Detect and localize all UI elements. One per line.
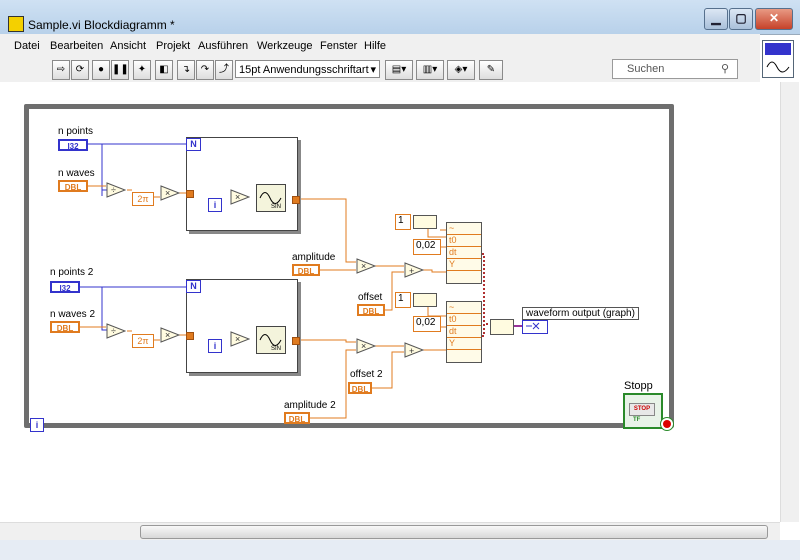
bundle-waveform-term: ~ — [447, 223, 481, 235]
amplitude-control[interactable]: DBL — [292, 264, 320, 276]
offset-2-control[interactable]: DBL — [348, 382, 372, 394]
n-points-control[interactable]: I32 — [58, 139, 88, 151]
svg-text:×: × — [165, 188, 170, 198]
offset-2-label: offset 2 — [350, 369, 383, 380]
build-waveform-2[interactable]: ~ t0 dt Y — [446, 301, 482, 363]
n-waves-label: n waves — [58, 168, 95, 179]
n-points-2-label: n points 2 — [50, 267, 94, 278]
two-pi-constant[interactable]: 2π — [132, 192, 154, 206]
bundle-y-term: Y — [447, 259, 481, 271]
boolean-type-label: TF — [633, 417, 641, 423]
bundle-y-term: Y — [447, 338, 481, 350]
divide-node[interactable]: ÷ — [106, 182, 127, 198]
bundle-waveform-term: ~ — [447, 302, 481, 314]
offset-control[interactable]: DBL — [357, 304, 385, 316]
build-waveform-1[interactable]: ~ t0 dt Y — [446, 222, 482, 284]
svg-text:+: + — [409, 346, 414, 356]
add-node[interactable]: + — [404, 262, 425, 278]
amplitude-2-label: amplitude 2 — [284, 400, 336, 411]
add-node[interactable]: + — [404, 342, 425, 358]
n-waves-2-label: n waves 2 — [50, 309, 96, 320]
divide-node[interactable]: ÷ — [106, 323, 127, 339]
for-loop-1-count-terminal[interactable]: N — [186, 138, 201, 151]
waveform-output-label: waveform output (graph) — [522, 307, 639, 320]
bundle-dt-term: dt — [447, 326, 481, 338]
sine-label: SIN — [271, 204, 281, 210]
for-loop-2-output-tunnel — [292, 337, 300, 345]
multiply-node[interactable]: × — [160, 185, 181, 201]
stop-button-control[interactable]: STOP TF — [623, 393, 663, 429]
for-loop-2-count-terminal[interactable]: N — [186, 280, 201, 293]
for-loop-1-input-tunnel — [186, 190, 194, 198]
merge-signals-node[interactable] — [490, 319, 514, 335]
svg-text:+: + — [409, 266, 414, 276]
t0-constant-2[interactable]: 1 — [395, 292, 411, 308]
n-waves-2-control[interactable]: DBL — [50, 321, 80, 333]
bundle-t0-term: t0 — [447, 314, 481, 326]
svg-text:×: × — [165, 330, 170, 340]
multiply-node[interactable]: × — [356, 338, 377, 354]
timestamp-convert-icon — [413, 293, 437, 307]
svg-text:÷: ÷ — [111, 326, 116, 336]
multiply-node[interactable]: × — [230, 331, 251, 347]
amplitude-label: amplitude — [292, 252, 336, 263]
for-loop-1-output-tunnel — [292, 196, 300, 204]
svg-text:×: × — [235, 334, 240, 344]
sine-function[interactable]: SIN — [256, 326, 286, 354]
amplitude-2-control[interactable]: DBL — [284, 412, 310, 424]
timestamp-convert-icon — [413, 215, 437, 229]
n-points-label: n points — [58, 126, 94, 137]
multiply-node[interactable]: × — [356, 258, 377, 274]
dt-constant-2[interactable]: 0,02 — [413, 316, 441, 332]
bundle-dt-term: dt — [447, 247, 481, 259]
for-loop-2-iteration-terminal[interactable]: i — [208, 339, 222, 353]
offset-label: offset — [358, 292, 383, 303]
sine-function[interactable]: SIN — [256, 184, 286, 212]
for-loop-2-input-tunnel — [186, 332, 194, 340]
sine-label: SIN — [271, 346, 281, 352]
dt-constant-1[interactable]: 0,02 — [413, 239, 441, 255]
t0-constant-1[interactable]: 1 — [395, 214, 411, 230]
svg-text:÷: ÷ — [111, 185, 116, 195]
loop-condition-terminal[interactable] — [660, 417, 674, 431]
wires — [80, 143, 522, 419]
n-waves-control[interactable]: DBL — [58, 180, 88, 192]
svg-text:×: × — [361, 261, 366, 271]
waveform-output-indicator[interactable] — [522, 320, 548, 334]
multiply-node[interactable]: × — [160, 327, 181, 343]
svg-text:×: × — [235, 192, 240, 202]
stop-label: Stopp — [624, 380, 653, 392]
for-loop-1-iteration-terminal[interactable]: i — [208, 198, 222, 212]
multiply-node[interactable]: × — [230, 189, 251, 205]
bundle-t0-term: t0 — [447, 235, 481, 247]
svg-text:×: × — [361, 341, 366, 351]
two-pi-constant[interactable]: 2π — [132, 334, 154, 348]
stop-button-face: STOP — [629, 403, 655, 416]
n-points-2-control[interactable]: I32 — [50, 281, 80, 293]
